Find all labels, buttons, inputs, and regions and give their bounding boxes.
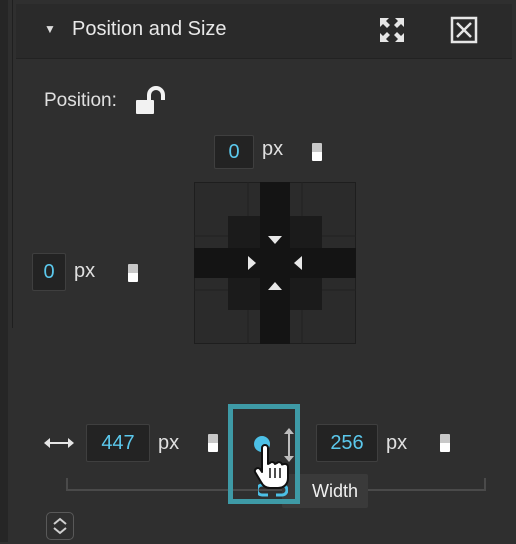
anchor-grid[interactable] [193, 181, 357, 345]
width-unit: px [158, 432, 180, 454]
expand-icon[interactable] [376, 14, 408, 46]
left-offset-toggle[interactable] [128, 264, 138, 282]
collapse-triangle-icon[interactable]: ▼ [44, 22, 56, 36]
height-unit: px [386, 432, 408, 454]
position-label: Position: [44, 90, 117, 111]
close-box-icon[interactable] [448, 14, 480, 46]
top-offset-unit: px [262, 138, 284, 160]
width-arrow-icon [44, 436, 74, 450]
left-edge-strip [0, 0, 8, 542]
hand-cursor-icon [252, 444, 292, 492]
panel-title: Position and Size [72, 18, 227, 40]
spinner-button[interactable] [46, 512, 74, 540]
width-toggle[interactable] [208, 434, 218, 452]
height-toggle[interactable] [440, 434, 450, 452]
left-offset-input[interactable]: 0 [32, 253, 66, 291]
left-divider [12, 0, 13, 328]
left-offset-unit: px [74, 260, 96, 282]
top-offset-toggle[interactable] [312, 143, 322, 161]
unlocked-padlock-icon[interactable] [134, 86, 168, 116]
top-offset-input[interactable]: 0 [214, 135, 254, 169]
width-input[interactable]: 447 [86, 424, 150, 462]
height-input[interactable]: 256 [316, 424, 378, 462]
